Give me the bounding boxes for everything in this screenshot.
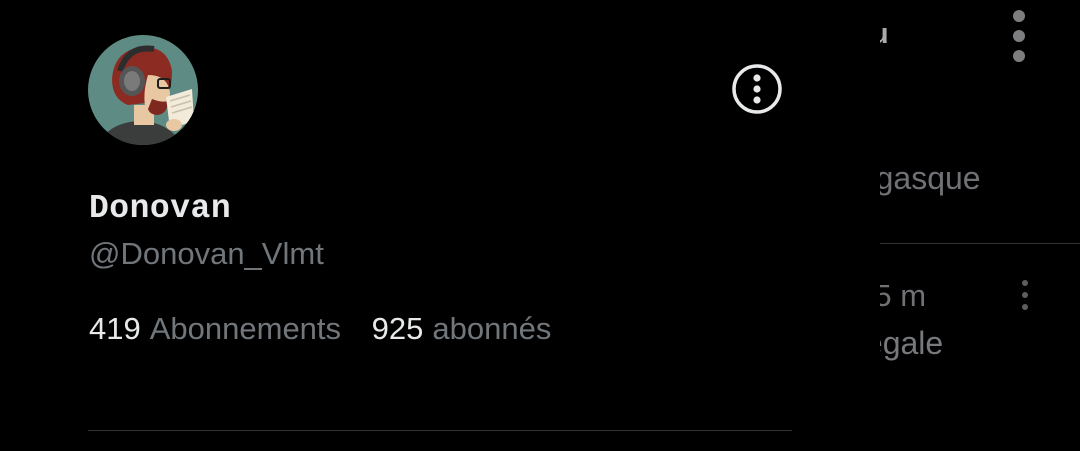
- feed-overflow-menu-button[interactable]: [1004, 8, 1034, 64]
- following-link[interactable]: 419 Abonnements: [89, 311, 341, 347]
- following-count: 419: [89, 311, 141, 346]
- followers-link[interactable]: 925 abonnés: [372, 311, 552, 347]
- more-options-icon: [732, 64, 782, 114]
- more-dot-icon: [1022, 292, 1028, 298]
- feed-divider: [880, 243, 1080, 244]
- following-label: Abonnements: [149, 311, 342, 346]
- more-dot-icon: [1022, 280, 1028, 286]
- follow-stats: 419 Abonnements 925 abonnés: [89, 311, 551, 347]
- avatar-icon: [88, 35, 198, 145]
- followers-count: 925: [371, 311, 424, 346]
- overflow-dot-icon: [1013, 50, 1025, 62]
- avatar[interactable]: [88, 35, 198, 145]
- profile-drawer: Donovan @Donovan_Vlmt 419 Abonnements 925…: [0, 0, 880, 451]
- followers-label: abonnés: [432, 311, 552, 346]
- overflow-dot-icon: [1013, 10, 1025, 22]
- feed-post-more-button[interactable]: [1012, 278, 1038, 314]
- more-dot-icon: [1022, 304, 1028, 310]
- profile-handle: @Donovan_Vlmt: [89, 236, 324, 271]
- profile-display-name[interactable]: Donovan: [89, 190, 231, 227]
- overflow-dot-icon: [1013, 30, 1025, 42]
- drawer-divider: [88, 430, 792, 431]
- more-options-button[interactable]: [731, 63, 783, 115]
